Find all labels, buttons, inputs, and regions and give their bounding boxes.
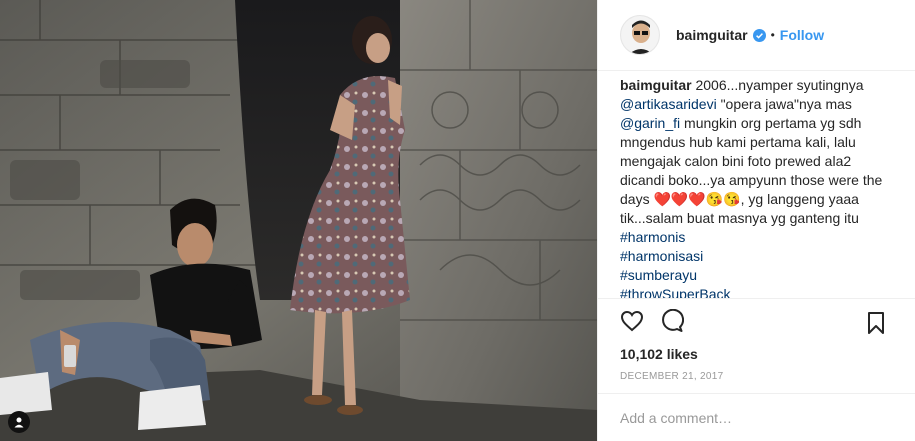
caption-username[interactable]: baimguitar: [620, 77, 692, 93]
user-tag-icon[interactable]: [8, 411, 30, 433]
post-header: baimguitar • Follow: [598, 0, 915, 71]
like-count[interactable]: 10,102 likes: [620, 346, 698, 362]
post-date[interactable]: DECEMBER 21, 2017: [620, 371, 723, 382]
verified-badge-icon: [752, 28, 766, 42]
hashtag-link[interactable]: #harmonisasi: [620, 247, 899, 266]
action-bar: [598, 298, 915, 342]
heart-icon[interactable]: [620, 309, 644, 333]
photo-illustration: [0, 0, 597, 441]
post-username[interactable]: baimguitar: [676, 27, 748, 43]
caption-segment: 2006...nyamper syutingnya: [691, 77, 864, 93]
hashtag-link[interactable]: #harmonis: [620, 228, 899, 247]
separator-dot: •: [770, 28, 775, 42]
caption-segment: "opera jawa"nya mas: [716, 96, 852, 112]
avatar[interactable]: [620, 15, 660, 55]
mention-link[interactable]: @garin_fi: [620, 115, 680, 131]
comment-input[interactable]: [620, 409, 890, 426]
caption: baimguitar 2006...nyamper syutingnya @ar…: [620, 76, 899, 298]
comment-section: [598, 393, 915, 441]
emoji-hearts: ❤️❤️❤️😘😘: [653, 191, 741, 207]
instagram-post: baimguitar • Follow baimguitar 2006...ny…: [0, 0, 915, 441]
bookmark-icon[interactable]: [864, 311, 888, 335]
comment-bubble-icon[interactable]: [660, 308, 684, 333]
hashtag-list: #harmonis #harmonisasi #sumberayu #throw…: [620, 228, 899, 298]
hashtag-link[interactable]: #throwSuperBack: [620, 285, 899, 298]
post-photo[interactable]: [0, 0, 597, 441]
hashtag-link[interactable]: #sumberayu: [620, 266, 899, 285]
mention-link[interactable]: @artikasaridevi: [620, 96, 717, 112]
post-sidebar: baimguitar • Follow baimguitar 2006...ny…: [597, 0, 915, 441]
follow-button[interactable]: Follow: [780, 27, 824, 43]
caption-text: baimguitar 2006...nyamper syutingnya @ar…: [620, 76, 899, 228]
